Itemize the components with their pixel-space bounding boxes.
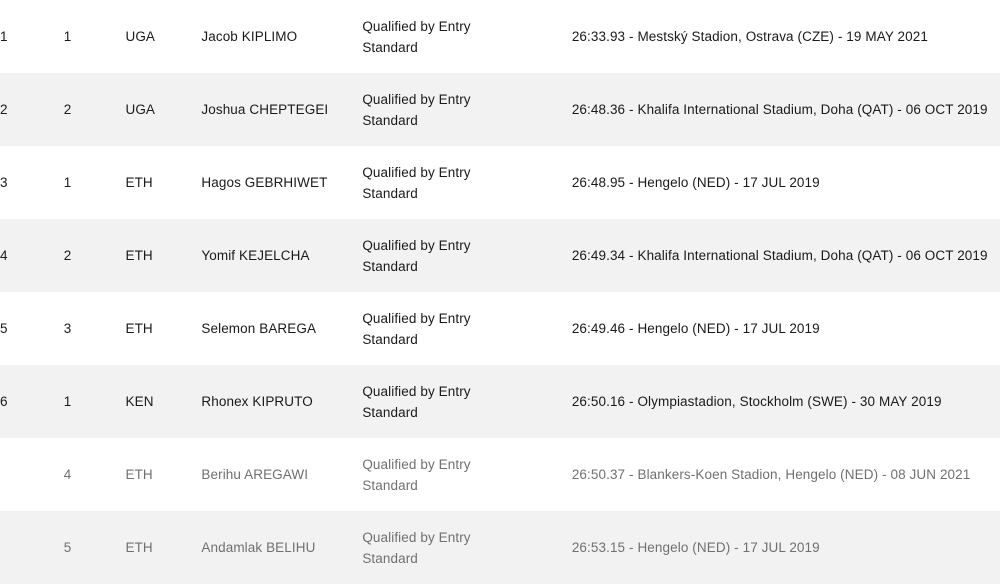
place-cell: 6 bbox=[0, 394, 8, 409]
table-row[interactable]: 1 1 UGA Jacob KIPLIMO Qualified by Entry Sta… bbox=[0, 0, 1000, 73]
national-rank-cell: 2 bbox=[63, 248, 72, 263]
country-code-cell: KEN bbox=[125, 394, 154, 409]
athlete-name: Jacob KIPLIMO bbox=[201, 29, 298, 44]
country-code-cell: UGA bbox=[125, 29, 156, 44]
country-code-cell: ETH bbox=[125, 467, 153, 482]
performance-cell: 26:50.37 - Blankers-Koen Stadion, Hengel… bbox=[572, 438, 1000, 511]
athlete-name: Andamlak BELIHU bbox=[201, 540, 316, 555]
national-rank-cell: 1 bbox=[63, 175, 72, 190]
country-code-cell: UGA bbox=[125, 102, 156, 117]
qualification-table: 1 1 UGA Jacob KIPLIMO Qualified by Entry Sta… bbox=[0, 0, 1000, 584]
qualification-cell: Qualified by Entry Standard bbox=[362, 146, 572, 219]
athlete-name: Yomif KEJELCHA bbox=[201, 248, 310, 263]
table-row[interactable]: 4 ETH Berihu AREGAWI Qualified by Entry Sta… bbox=[0, 438, 1000, 511]
national-rank-cell: 4 bbox=[63, 467, 72, 482]
table-row[interactable]: 4 2 ETH Yomif KEJELCHA Qualified by Entry St… bbox=[0, 219, 1000, 292]
national-rank-cell: 2 bbox=[63, 102, 72, 117]
performance-mark: 26:50.16 - Olympiastadion, Stockholm (SW… bbox=[571, 394, 942, 409]
place-cell bbox=[0, 438, 64, 511]
athlete-name: Rhonex KIPRUTO bbox=[201, 394, 313, 409]
table-row[interactable]: 5 3 ETH Selemon BAREGA Qualified by Entry St… bbox=[0, 292, 1000, 365]
qualification-status: Qualified by Entry Standard bbox=[362, 456, 471, 493]
country-code-cell: ETH bbox=[125, 321, 153, 336]
table-row[interactable]: 6 1 KEN Rhonex KIPRUTO Qualified by Entry St… bbox=[0, 365, 1000, 438]
performance-mark: 26:48.95 - Hengelo (NED) - 17 JUL 2019 bbox=[571, 175, 820, 190]
athlete-name-cell: Berihu AREGAWI bbox=[201, 438, 362, 511]
qualification-cell: Qualified by Entry Standard bbox=[362, 0, 572, 73]
place-cell: 1 bbox=[0, 29, 8, 44]
table-row[interactable]: 2 2 UGA Joshua CHEPTEGEI Qualified by Entry … bbox=[0, 73, 1000, 146]
qualification-status: Qualified by Entry Standard bbox=[362, 310, 471, 347]
qualification-status: Qualified by Entry Standard bbox=[362, 529, 471, 566]
place-cell: 3 bbox=[0, 175, 8, 190]
qualification-status: Qualified by Entry Standard bbox=[362, 164, 471, 201]
qualification-status: Qualified by Entry Standard bbox=[362, 91, 471, 128]
performance-cell: 26:49.34 - Khalifa International Stadium… bbox=[572, 219, 1000, 292]
national-rank-cell: 5 bbox=[63, 540, 72, 555]
qualification-cell: Qualified by Entry Standard bbox=[362, 73, 572, 146]
place-cell: 5 bbox=[0, 321, 8, 336]
qualification-cell: Qualified by Entry Standard bbox=[362, 438, 572, 511]
athlete-name: Hagos GEBRHIWET bbox=[201, 175, 328, 190]
athlete-name-cell: Selemon BAREGA bbox=[201, 292, 362, 365]
performance-cell: 26:49.46 - Hengelo (NED) - 17 JUL 2019 bbox=[572, 292, 1000, 365]
athlete-name-cell: Andamlak BELIHU bbox=[201, 511, 362, 584]
athlete-name: Joshua CHEPTEGEI bbox=[201, 102, 329, 117]
place-cell: 2 bbox=[0, 102, 8, 117]
athlete-name-cell: Rhonex KIPRUTO bbox=[201, 365, 362, 438]
table-row[interactable]: 5 ETH Andamlak BELIHU Qualified by Entry St… bbox=[0, 511, 1000, 584]
athlete-name: Selemon BAREGA bbox=[201, 321, 317, 336]
athlete-name-cell: Yomif KEJELCHA bbox=[201, 219, 362, 292]
performance-mark: 26:33.93 - Mestský Stadion, Ostrava (CZE… bbox=[571, 29, 928, 44]
qualification-status: Qualified by Entry Standard bbox=[362, 383, 471, 420]
qualification-cell: Qualified by Entry Standard bbox=[362, 511, 572, 584]
athlete-name-cell: Hagos GEBRHIWET bbox=[201, 146, 362, 219]
national-rank-cell: 1 bbox=[63, 29, 72, 44]
athlete-name-cell: Joshua CHEPTEGEI bbox=[201, 73, 362, 146]
qualification-table-body: 1 1 UGA Jacob KIPLIMO Qualified by Entry Sta… bbox=[0, 0, 1000, 584]
national-rank-cell: 3 bbox=[63, 321, 72, 336]
place-cell: 4 bbox=[0, 248, 8, 263]
qualification-status: Qualified by Entry Standard bbox=[362, 237, 471, 274]
country-code-cell: ETH bbox=[125, 175, 153, 190]
performance-cell: 26:48.95 - Hengelo (NED) - 17 JUL 2019 bbox=[572, 146, 1000, 219]
performance-mark: 26:49.34 - Khalifa International Stadium… bbox=[571, 248, 988, 263]
performance-cell: 26:48.36 - Khalifa International Stadium… bbox=[572, 73, 1000, 146]
qualification-cell: Qualified by Entry Standard bbox=[362, 292, 572, 365]
country-code-cell: ETH bbox=[125, 540, 153, 555]
table-row[interactable]: 3 1 ETH Hagos GEBRHIWET Qualified by Entry S… bbox=[0, 146, 1000, 219]
performance-mark: 26:50.37 - Blankers-Koen Stadion, Hengel… bbox=[571, 467, 971, 482]
qualification-cell: Qualified by Entry Standard bbox=[362, 365, 572, 438]
national-rank-cell: 1 bbox=[63, 394, 72, 409]
performance-mark: 26:48.36 - Khalifa International Stadium… bbox=[571, 102, 988, 117]
qualification-cell: Qualified by Entry Standard bbox=[362, 219, 572, 292]
athlete-name: Berihu AREGAWI bbox=[201, 467, 309, 482]
performance-cell: 26:33.93 - Mestský Stadion, Ostrava (CZE… bbox=[572, 0, 1000, 73]
performance-cell: 26:53.15 - Hengelo (NED) - 17 JUL 2019 bbox=[572, 511, 1000, 584]
country-code-cell: ETH bbox=[125, 248, 153, 263]
athlete-name-cell: Jacob KIPLIMO bbox=[201, 0, 362, 73]
place-cell bbox=[0, 511, 64, 584]
performance-mark: 26:53.15 - Hengelo (NED) - 17 JUL 2019 bbox=[571, 540, 820, 555]
qualification-status: Qualified by Entry Standard bbox=[362, 18, 471, 55]
performance-mark: 26:49.46 - Hengelo (NED) - 17 JUL 2019 bbox=[571, 321, 820, 336]
performance-cell: 26:50.16 - Olympiastadion, Stockholm (SW… bbox=[572, 365, 1000, 438]
